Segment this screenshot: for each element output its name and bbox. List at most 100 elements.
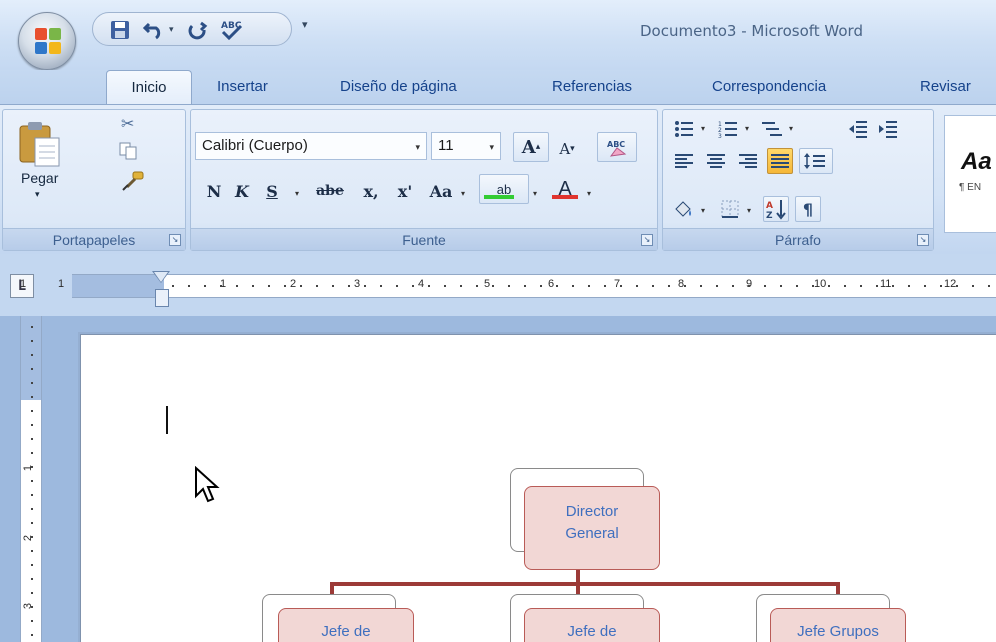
ruler-tick — [524, 285, 526, 287]
font-size-combo[interactable]: 11 ▾ — [431, 132, 501, 160]
styles-gallery[interactable]: Aa ¶ EN — [944, 115, 996, 233]
ruler-tick — [636, 285, 638, 287]
ruler-tick — [380, 285, 382, 287]
clear-format-button[interactable]: ABC — [597, 132, 637, 162]
ruler-tick — [492, 285, 494, 287]
copy-icon[interactable] — [119, 142, 139, 164]
underline-button[interactable]: S — [259, 176, 285, 206]
highlight-dropdown-icon[interactable]: ▾ — [533, 189, 537, 198]
office-button[interactable] — [18, 12, 76, 70]
highlight-button[interactable]: ab — [479, 174, 529, 204]
font-size-dropdown-icon[interactable]: ▾ — [489, 142, 494, 153]
grow-font-button[interactable]: A ▴ — [513, 132, 549, 162]
org-node-child-3[interactable]: Jefe Grupos — [770, 608, 906, 642]
underline-dropdown-icon[interactable]: ▾ — [295, 189, 299, 198]
cut-icon[interactable]: ✂ — [121, 114, 134, 133]
customize-icon[interactable]: ▾ — [302, 18, 308, 31]
italic-button[interactable]: K — [229, 176, 255, 206]
font-launcher-icon[interactable]: ↘ — [641, 234, 653, 246]
bold-button[interactable]: N — [201, 176, 227, 206]
tab-inicio[interactable]: Inicio — [106, 70, 192, 106]
numbering-icon[interactable]: 123 — [715, 116, 741, 142]
format-painter-icon[interactable] — [121, 170, 145, 196]
quick-access-toolbar: ▾ ABC — [92, 12, 292, 46]
bullets-icon[interactable] — [671, 116, 697, 142]
subscript-button[interactable]: x, — [355, 176, 387, 206]
font-group-label: Fuente — [402, 232, 446, 248]
ruler-tick — [332, 285, 334, 287]
borders-icon[interactable] — [717, 196, 743, 222]
paste-label[interactable]: Pegar — [21, 170, 58, 186]
clipboard-group-label: Portapapeles — [52, 232, 136, 248]
spelling-icon[interactable]: ABC — [217, 17, 247, 43]
vertical-ruler-tick — [31, 438, 33, 440]
tab-revisar[interactable]: Revisar — [920, 78, 971, 95]
ruler-number: 5 — [484, 278, 491, 290]
strikethrough-button[interactable]: abe — [309, 176, 351, 206]
change-case-dropdown-icon[interactable]: ▾ — [461, 189, 465, 198]
font-name-combo[interactable]: Calibri (Cuerpo) ▾ — [195, 132, 427, 160]
vertical-ruler[interactable]: 123 — [20, 316, 42, 642]
office-logo-icon — [35, 28, 63, 56]
org-node-top[interactable]: Director General — [524, 486, 660, 570]
tab-insertar[interactable]: Insertar — [217, 78, 268, 95]
numbering-dropdown-icon[interactable]: ▾ — [745, 124, 749, 133]
org-node-child-1[interactable]: Jefe de — [278, 608, 414, 642]
align-left-icon[interactable] — [671, 148, 697, 174]
vertical-ruler-tick — [31, 424, 33, 426]
undo-dropdown-icon[interactable]: ▾ — [169, 25, 174, 35]
borders-dropdown-icon[interactable]: ▾ — [747, 206, 751, 215]
sort-icon[interactable]: AZ — [763, 196, 789, 222]
ruler-tick — [620, 285, 622, 287]
ruler-tick — [444, 285, 446, 287]
org-node-child-2[interactable]: Jefe de — [524, 608, 660, 642]
vertical-ruler-tick — [31, 578, 33, 580]
multilevel-list-icon[interactable] — [759, 116, 785, 142]
ruler-tick — [428, 285, 430, 287]
save-icon[interactable] — [107, 17, 133, 43]
change-case-button[interactable]: Aa — [423, 176, 459, 206]
tab-correspondencia[interactable]: Correspondencia — [712, 78, 826, 95]
decrease-indent-icon[interactable] — [845, 116, 871, 142]
ruler-tick — [284, 285, 286, 287]
highlight-color-swatch — [484, 195, 514, 199]
align-center-icon[interactable] — [703, 148, 729, 174]
shading-icon[interactable] — [671, 196, 697, 222]
vertical-ruler-tick — [31, 396, 33, 398]
tab-diseno-de-pagina[interactable]: Diseño de página — [340, 78, 457, 95]
ribbon-tabs: Inicio Insertar Diseño de página Referen… — [0, 70, 996, 106]
first-line-indent-marker[interactable] — [154, 272, 168, 282]
multilevel-dropdown-icon[interactable]: ▾ — [789, 124, 793, 133]
increase-indent-icon[interactable] — [875, 116, 901, 142]
paste-dropdown-icon[interactable]: ▾ — [35, 190, 40, 200]
font-color-dropdown-icon[interactable]: ▾ — [587, 189, 591, 198]
bullets-dropdown-icon[interactable]: ▾ — [701, 124, 705, 133]
svg-text:3: 3 — [718, 133, 722, 138]
vertical-ruler-tick — [31, 340, 33, 342]
font-color-button[interactable]: A — [547, 174, 583, 204]
ruler-tick — [652, 285, 654, 287]
ruler-number: 7 — [614, 278, 621, 290]
tab-referencias[interactable]: Referencias — [552, 78, 632, 95]
ruler-tick — [796, 285, 798, 287]
ruler-tick — [844, 285, 846, 287]
line-spacing-icon[interactable] — [799, 148, 833, 174]
paragraph-launcher-icon[interactable]: ↘ — [917, 234, 929, 246]
clipboard-launcher-icon[interactable]: ↘ — [169, 234, 181, 246]
shading-dropdown-icon[interactable]: ▾ — [701, 206, 705, 215]
superscript-button[interactable]: x' — [389, 176, 421, 206]
align-right-icon[interactable] — [735, 148, 761, 174]
ruler-number: 9 — [746, 278, 753, 290]
redo-icon[interactable] — [185, 17, 211, 43]
paste-icon[interactable] — [17, 120, 63, 167]
font-name-dropdown-icon[interactable]: ▾ — [415, 142, 420, 153]
org-connector-horizontal — [332, 582, 838, 586]
ribbon: Pegar ▾ ✂ Portapapeles ↘ Calibri (Cuerpo… — [0, 104, 996, 254]
vertical-ruler-tick — [31, 606, 33, 608]
left-indent-marker[interactable] — [155, 289, 169, 307]
shrink-font-button[interactable]: A ▾ — [551, 134, 583, 164]
horizontal-ruler[interactable]: 1 1 1 2 3 4 5 6 7 8 9 10 11 12 — [20, 274, 996, 298]
justify-icon[interactable] — [767, 148, 793, 174]
undo-icon[interactable] — [141, 17, 167, 43]
show-marks-icon[interactable]: ¶ — [795, 196, 821, 222]
